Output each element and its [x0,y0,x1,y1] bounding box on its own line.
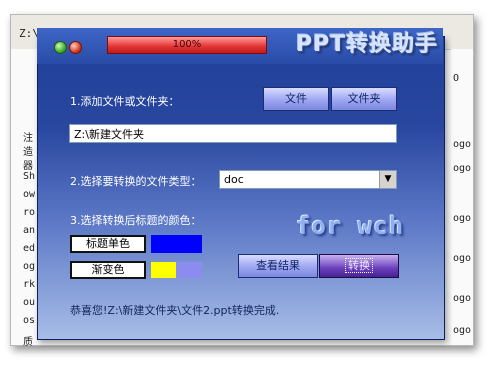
progress-bar: 100% [107,36,267,54]
watermark-text: for wch [296,212,405,240]
background-text: an [23,225,36,236]
background-right-column: O ogo ogo ogo ogo ogo ogo [451,49,473,345]
background-text: ogo [453,325,472,336]
add-folder-button[interactable]: 文件夹 [331,87,397,111]
app-title: PPT转换助手 [296,32,439,57]
background-text: rk [23,279,36,290]
close-icon[interactable] [69,41,82,54]
path-input[interactable]: Z:\新建文件夹 [69,124,397,143]
step2-label: 2.选择要转换的文件类型： [70,175,202,188]
gradient-start-swatch[interactable] [151,262,176,278]
gradient-color-button[interactable]: 渐变色 [70,261,146,279]
background-text: ogo [453,253,472,264]
step1-label: 1.添加文件或文件夹： [70,95,180,108]
chevron-down-icon[interactable]: ▼ [379,171,396,188]
background-text: 质 [23,337,33,348]
background-text: ow [23,189,36,200]
background-text: os [23,315,36,326]
file-type-value: doc [224,173,244,186]
background-text: 造 [23,147,33,158]
single-color-swatch[interactable] [151,235,202,253]
background-text: og [23,261,36,272]
background-text: 器 [23,161,33,172]
background-text: ogo [453,139,472,150]
background-text: ro [23,207,36,218]
add-file-button[interactable]: 文件 [263,87,329,111]
file-type-select[interactable]: doc ▼ [219,170,397,189]
background-text: 注 [23,133,33,144]
view-result-button[interactable]: 查看结果 [238,254,318,278]
background-text: ou [23,297,36,308]
background-text: ogo [453,213,472,224]
convert-button[interactable]: 转换 [319,254,399,278]
address-text: Z:\ [19,27,39,40]
status-message: 恭喜您!Z:\新建文件夹\文件2.ppt转换完成. [70,304,280,317]
background-text: ogo [453,293,472,304]
background-text: O [453,73,460,84]
step3-label: 3.选择转换后标题的颜色： [70,214,202,227]
minimize-icon[interactable] [54,41,67,54]
background-text: ogo [453,163,472,174]
single-color-button[interactable]: 标题单色 [70,235,146,253]
background-text: Sh [23,171,36,182]
background-text: ed [23,243,36,254]
gradient-end-swatch[interactable] [176,262,202,278]
convert-button-label: 转换 [345,258,373,273]
